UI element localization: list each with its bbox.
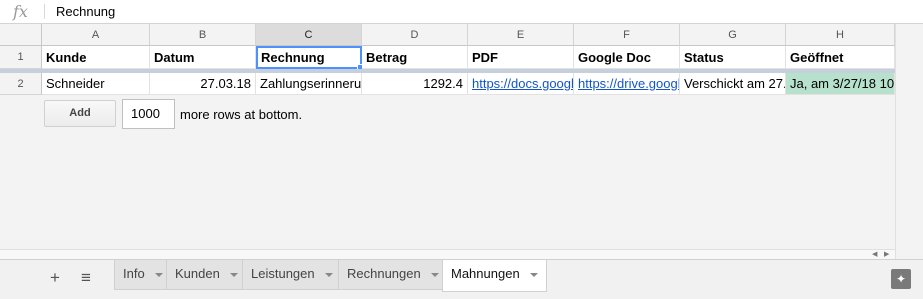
- vertical-scrollbar[interactable]: [895, 24, 923, 259]
- cell-h1[interactable]: Geöffnet: [786, 46, 895, 69]
- cell-d1[interactable]: Betrag: [362, 46, 468, 69]
- sheet-tab-rechnungen[interactable]: Rechnungen: [338, 260, 448, 290]
- add-rows-button[interactable]: Add: [44, 100, 116, 127]
- column-header-e[interactable]: E: [468, 24, 574, 46]
- sheet-tab-label: Kunden: [175, 266, 220, 281]
- column-header-h[interactable]: H: [786, 24, 895, 46]
- column-header-c[interactable]: C: [256, 24, 362, 46]
- cell-c1[interactable]: Rechnung: [256, 46, 362, 69]
- formula-input[interactable]: Rechnung: [56, 4, 115, 19]
- chevron-down-icon[interactable]: [229, 272, 238, 277]
- column-header-g[interactable]: G: [680, 24, 786, 46]
- chevron-down-icon[interactable]: [154, 272, 163, 277]
- cell-c2[interactable]: Zahlungserinneru: [256, 73, 362, 95]
- select-all-corner[interactable]: [0, 24, 42, 46]
- cell-f2[interactable]: https://drive.googl: [574, 73, 680, 95]
- explore-icon[interactable]: ✦: [891, 269, 911, 289]
- sheet-tab-info[interactable]: Info: [114, 260, 172, 290]
- cell-a2[interactable]: Schneider: [42, 73, 150, 95]
- sheet-tab-bar: + ≡ Info Kunden Leistungen Rechnungen Ma…: [0, 259, 923, 299]
- cell-h2[interactable]: Ja, am 3/27/18 10: [786, 73, 895, 95]
- formula-bar: fx Rechnung: [0, 0, 923, 24]
- sheet-tab-label: Mahnungen: [451, 266, 520, 281]
- cell-d2[interactable]: 1292.4: [362, 73, 468, 95]
- cell-e1[interactable]: PDF: [468, 46, 574, 69]
- column-header-f[interactable]: F: [574, 24, 680, 46]
- plus-icon[interactable]: +: [43, 266, 67, 290]
- cell-g1[interactable]: Status: [680, 46, 786, 69]
- sheet-tab-label: Leistungen: [251, 266, 315, 281]
- chevron-down-icon[interactable]: [324, 272, 333, 277]
- cell-e2[interactable]: https://docs.googl: [468, 73, 574, 95]
- sheet-tab-kunden[interactable]: Kunden: [166, 260, 247, 290]
- row-header-1[interactable]: 1: [0, 46, 42, 69]
- sheet-tab-mahnungen[interactable]: Mahnungen: [442, 260, 547, 292]
- column-header-a[interactable]: A: [42, 24, 150, 46]
- chevron-down-icon[interactable]: [430, 272, 439, 277]
- rows-count-input[interactable]: 1000: [122, 99, 175, 129]
- chevron-down-icon[interactable]: [529, 272, 538, 277]
- sheet-tab-label: Rechnungen: [347, 266, 421, 281]
- column-header-d[interactable]: D: [362, 24, 468, 46]
- sheet-tab-label: Info: [123, 266, 145, 281]
- add-rows-suffix: more rows at bottom.: [180, 107, 303, 122]
- list-icon[interactable]: ≡: [74, 266, 98, 290]
- spreadsheet-grid: A B C D E F G H 1 Kunde Datum Rechnung B…: [0, 24, 923, 259]
- sheet-tab-leistungen[interactable]: Leistungen: [242, 260, 342, 290]
- cell-a1[interactable]: Kunde: [42, 46, 150, 69]
- fx-icon: fx: [13, 2, 28, 21]
- cell-f1[interactable]: Google Doc: [574, 46, 680, 69]
- column-header-b[interactable]: B: [150, 24, 256, 46]
- cell-b1[interactable]: Datum: [150, 46, 256, 69]
- row-header-2[interactable]: 2: [0, 73, 42, 95]
- formula-separator: [44, 4, 45, 19]
- cell-g2[interactable]: Verschickt am 27.: [680, 73, 786, 95]
- cell-b2[interactable]: 27.03.18: [150, 73, 256, 95]
